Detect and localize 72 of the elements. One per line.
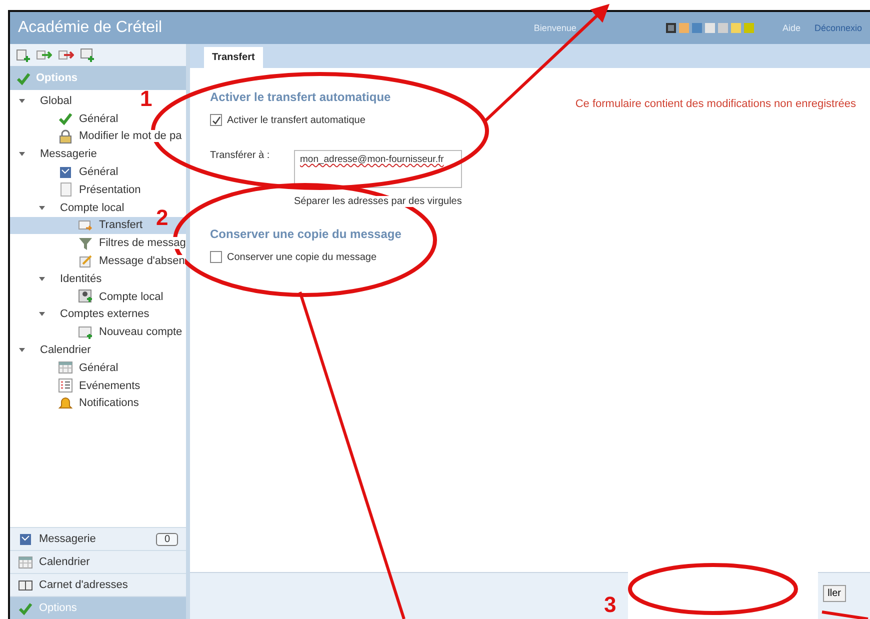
theme-swatch[interactable] bbox=[744, 23, 754, 33]
checkmark-icon bbox=[58, 111, 73, 126]
address-field[interactable]: mon_adresse@mon-fournisseur.fr bbox=[294, 150, 462, 188]
tree-item[interactable]: Général bbox=[79, 362, 118, 374]
document-icon bbox=[58, 182, 73, 198]
theme-swatch[interactable] bbox=[666, 23, 676, 33]
annotation-line bbox=[822, 610, 868, 619]
theme-swatch[interactable] bbox=[692, 23, 702, 33]
envelope-arrow-icon bbox=[78, 218, 93, 233]
checkmark-icon bbox=[16, 70, 31, 86]
tree-item[interactable]: Filtres de messag bbox=[99, 237, 186, 250]
tree-item[interactable]: Nouveau compte bbox=[99, 326, 182, 338]
tree-item[interactable]: Notifications bbox=[79, 397, 139, 410]
theme-swatch[interactable] bbox=[731, 23, 742, 33]
nav-item[interactable]: Calendrier bbox=[10, 550, 186, 573]
tree-item[interactable]: Calendrier bbox=[40, 344, 91, 356]
tree-item[interactable]: Général bbox=[79, 112, 118, 125]
tree-item[interactable]: Global bbox=[40, 94, 72, 107]
bell-icon bbox=[58, 396, 73, 411]
expand-arrow-icon[interactable] bbox=[38, 310, 46, 318]
expand-arrow-icon[interactable] bbox=[38, 204, 46, 212]
tree-item[interactable]: Modifier le mot de pa bbox=[79, 130, 182, 142]
theme-swatch[interactable] bbox=[705, 23, 716, 33]
annotation-number: 3 bbox=[604, 592, 616, 617]
padlock-icon bbox=[58, 128, 73, 144]
theme-swatch[interactable] bbox=[718, 23, 728, 33]
theme-swatch[interactable] bbox=[679, 23, 690, 33]
tree-item[interactable]: Transfert bbox=[99, 219, 143, 232]
tree-item[interactable]: Compte local bbox=[60, 202, 124, 214]
section-title: Conserver une copie du message bbox=[210, 227, 402, 241]
pencil-note-icon bbox=[78, 254, 93, 269]
open-book-icon bbox=[18, 578, 33, 592]
count-badge: 0 bbox=[156, 532, 178, 546]
field-hint: Séparer les adresses par des virgules bbox=[294, 196, 462, 207]
tab[interactable]: Transfert bbox=[204, 47, 263, 68]
annotation-number: 1 bbox=[140, 86, 152, 111]
welcome-text: Bienvenue bbox=[534, 23, 576, 33]
tree-item[interactable]: Comptes externes bbox=[60, 308, 150, 320]
nav-item[interactable]: Carnet d'adresses bbox=[10, 573, 186, 596]
expand-arrow-icon[interactable] bbox=[18, 150, 26, 158]
annotation-number: 2 bbox=[156, 205, 168, 230]
checkbox-label[interactable]: Conserver une copie du message bbox=[227, 252, 377, 262]
tree-item[interactable]: Compte local bbox=[99, 290, 164, 303]
expand-arrow-icon[interactable] bbox=[18, 96, 26, 105]
expand-arrow-icon[interactable] bbox=[18, 346, 26, 354]
section-title: Activer le transfert automatique bbox=[210, 90, 391, 104]
funnel-icon bbox=[78, 236, 93, 251]
unsaved-notice: Ce formulaire contient des modifications non enregistrées bbox=[575, 97, 856, 112]
card-plus-icon bbox=[78, 324, 93, 340]
nav-item[interactable]: Messagerie 0 bbox=[10, 527, 186, 550]
checkbox[interactable] bbox=[210, 251, 222, 263]
contact-card-icon bbox=[78, 289, 93, 304]
cancel-button[interactable]: ller bbox=[822, 585, 846, 602]
arrow-right-icon[interactable] bbox=[58, 48, 74, 62]
calendar-icon bbox=[18, 554, 33, 570]
tree-item[interactable]: Message d'absen bbox=[99, 255, 185, 268]
card-plus-icon[interactable] bbox=[80, 48, 94, 62]
expand-arrow-icon[interactable] bbox=[38, 274, 46, 283]
arrow-right-icon[interactable] bbox=[36, 48, 52, 62]
calendar-icon bbox=[58, 360, 73, 376]
tree-item[interactable]: Présentation bbox=[79, 184, 141, 196]
app-title: Académie de Créteil bbox=[18, 19, 162, 37]
section-header-title: Options bbox=[36, 72, 78, 84]
tree-item[interactable]: Général bbox=[79, 166, 118, 178]
checkbox[interactable] bbox=[210, 114, 222, 126]
field-label: Transférer à : bbox=[210, 150, 271, 163]
tree-item[interactable]: Evénements bbox=[79, 380, 140, 392]
tree-item[interactable]: Identités bbox=[60, 272, 102, 285]
list-icon bbox=[58, 378, 73, 394]
tree-item[interactable]: Messagerie bbox=[40, 148, 97, 160]
checkmark-icon bbox=[18, 600, 33, 616]
checkbox-label[interactable]: Activer le transfert automatique bbox=[227, 114, 366, 126]
